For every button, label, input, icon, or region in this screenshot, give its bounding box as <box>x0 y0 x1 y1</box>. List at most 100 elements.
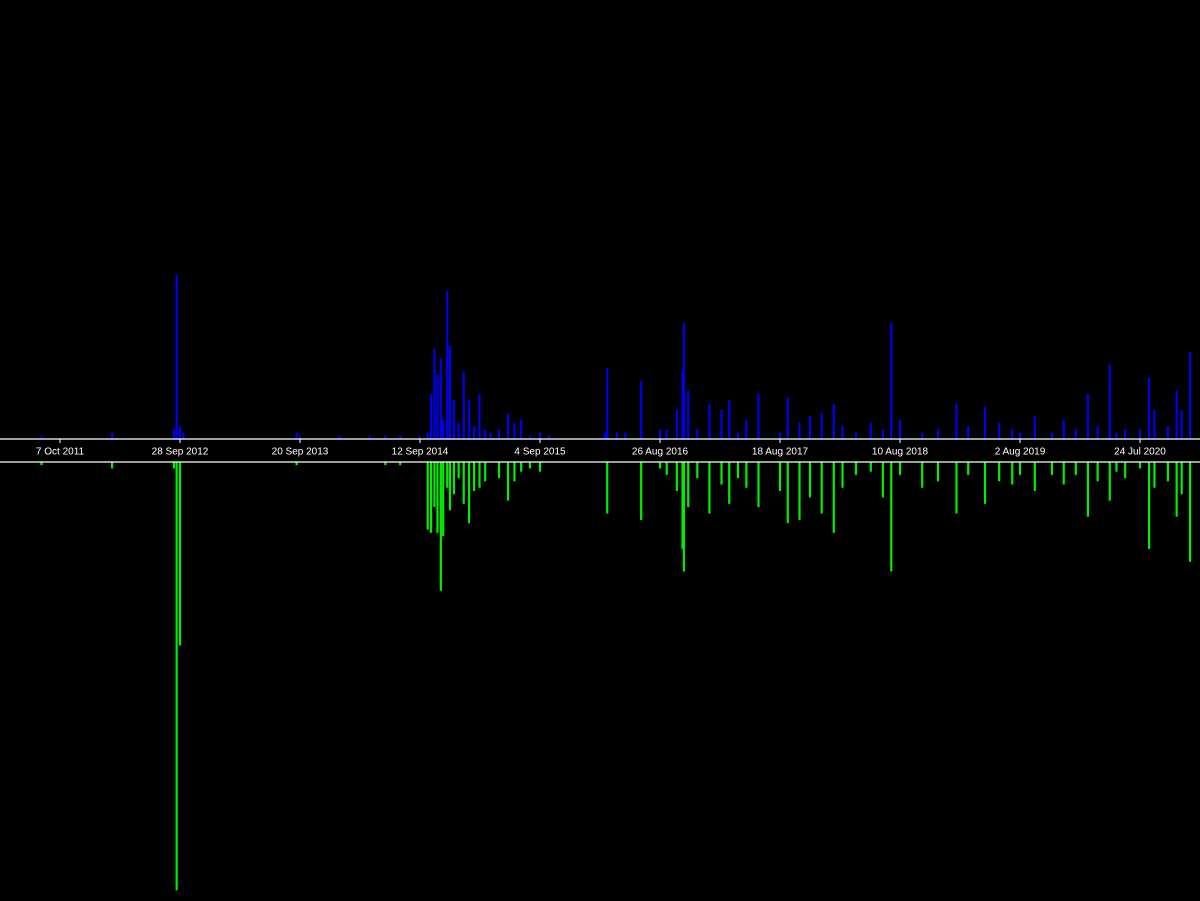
chart-area: 7 Oct 2011 28 Sep 2012 20 Sep 2013 12 Sep 2… <box>0 0 1200 901</box>
up-bar <box>1153 410 1156 439</box>
up-bar <box>1086 393 1089 439</box>
axis-tick-label: 24 Jul 2020 <box>1114 447 1166 458</box>
down-bar <box>467 462 471 524</box>
up-bar <box>538 432 542 439</box>
down-bar <box>682 462 685 572</box>
down-bar <box>936 462 940 482</box>
chart-svg: 7 Oct 2011 28 Sep 2012 20 Sep 2013 12 Sep 2… <box>0 274 1200 891</box>
axis-tick-label: 28 Sep 2012 <box>152 447 209 458</box>
down-bar <box>429 462 433 533</box>
axis-tick-label: 7 Oct 2011 <box>36 447 85 458</box>
up-bar <box>1188 352 1192 439</box>
down-bar <box>757 462 760 508</box>
up-bar <box>757 393 760 439</box>
down-bar <box>1062 462 1065 485</box>
down-bar <box>442 462 445 537</box>
down-bar <box>736 462 740 479</box>
down-bar <box>967 462 970 475</box>
down-bar <box>178 462 182 646</box>
down-bar <box>1108 462 1111 501</box>
down-bar <box>820 462 823 514</box>
down-bar <box>778 462 782 491</box>
axis-tick-label: 4 Sep 2015 <box>514 447 566 458</box>
up-bar <box>1180 410 1183 439</box>
up-bar <box>615 432 619 439</box>
up-bar <box>820 413 823 439</box>
up-bar <box>854 432 858 439</box>
axis-tick-label: 20 Sep 2013 <box>272 447 329 458</box>
axis-tick-label: 10 Aug 2018 <box>872 447 929 458</box>
up-bar <box>1018 432 1022 439</box>
up-bar <box>1138 429 1142 439</box>
down-bar <box>473 462 476 491</box>
up-bar <box>921 432 924 439</box>
up-bar <box>841 426 844 439</box>
down-bar <box>728 462 731 504</box>
axis-tick-label: 2 Aug 2019 <box>995 447 1046 458</box>
down-bar <box>1096 462 1099 482</box>
up-bar <box>520 419 523 439</box>
up-bar <box>640 381 643 439</box>
up-bar <box>111 432 114 439</box>
down-bar <box>1166 462 1169 482</box>
up-bar <box>898 419 902 439</box>
up-bar <box>426 432 429 439</box>
up-bar <box>708 403 711 439</box>
up-bar <box>687 390 690 439</box>
up-bar <box>1011 429 1014 439</box>
up-bar <box>936 429 940 439</box>
up-bar <box>1115 432 1118 439</box>
down-bar <box>433 462 436 508</box>
up-bar <box>798 422 801 439</box>
up-bar <box>696 429 699 439</box>
up-bar <box>624 432 627 439</box>
up-bar <box>429 393 433 439</box>
down-bar <box>426 462 429 530</box>
up-bar <box>1062 419 1065 439</box>
down-bar <box>890 462 893 572</box>
up-bar <box>665 429 668 439</box>
down-bar <box>1086 462 1089 517</box>
down-bar <box>606 462 609 514</box>
up-bar <box>786 397 789 439</box>
up-bar <box>436 374 439 439</box>
down-bar <box>1011 462 1014 485</box>
down-bar <box>786 462 789 524</box>
down-bar <box>1050 462 1054 475</box>
up-bar <box>967 426 970 439</box>
down-bar <box>658 462 662 469</box>
down-bar <box>696 462 699 479</box>
down-bar <box>1115 462 1118 472</box>
down-bar <box>457 462 460 479</box>
up-bar <box>182 432 185 439</box>
down-bar <box>955 462 958 514</box>
down-bar <box>448 462 452 511</box>
down-bar <box>1153 462 1156 488</box>
up-bar <box>1050 432 1054 439</box>
down-bar <box>175 462 178 891</box>
up-bar <box>462 371 465 439</box>
down-bar <box>452 462 456 495</box>
down-bar <box>921 462 924 488</box>
up-bar <box>682 323 685 439</box>
down-bar <box>172 462 176 469</box>
down-bar <box>1033 462 1036 491</box>
down-bar <box>798 462 801 520</box>
down-bar <box>506 462 510 501</box>
up-bar <box>1166 426 1169 439</box>
up-bar <box>439 358 442 439</box>
down-bar <box>1175 462 1178 517</box>
up-bar <box>467 400 471 439</box>
down-bar <box>436 462 439 533</box>
down-bar <box>111 462 114 469</box>
down-bar <box>983 462 987 504</box>
down-bar <box>708 462 711 514</box>
up-bar <box>998 422 1001 439</box>
axis-tick-label: 18 Aug 2017 <box>752 447 809 458</box>
up-bar <box>484 429 487 439</box>
up-bar <box>675 410 678 439</box>
up-bar <box>955 403 958 439</box>
axis-tick-label: 12 Sep 2014 <box>392 447 449 458</box>
down-bars-group <box>40 462 1192 891</box>
up-bar <box>778 432 782 439</box>
